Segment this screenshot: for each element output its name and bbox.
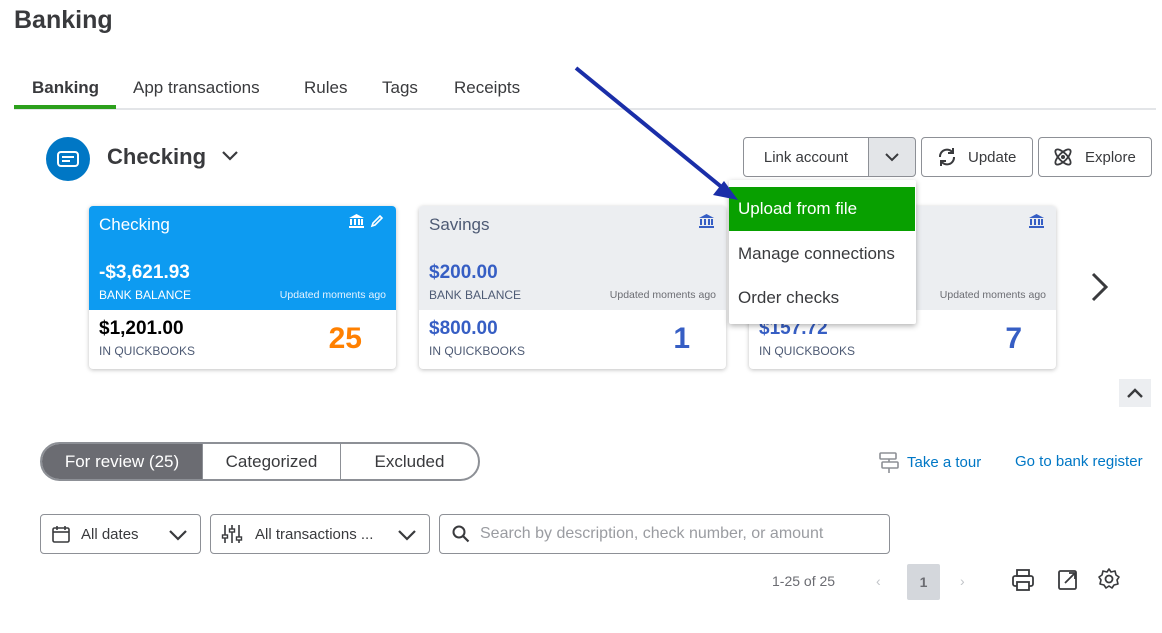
update-button[interactable]: Update xyxy=(921,137,1033,177)
take-a-tour-link[interactable]: Take a tour xyxy=(877,450,981,474)
tab-for-review[interactable]: For review (25) xyxy=(42,444,203,479)
card-account-name: Checking xyxy=(99,215,170,234)
tab-rules[interactable]: Rules xyxy=(304,78,347,98)
bank-card-icon xyxy=(46,137,90,181)
chevron-right-icon[interactable] xyxy=(1087,270,1113,304)
link-account-button[interactable]: Link account xyxy=(743,137,869,177)
tab-excluded[interactable]: Excluded xyxy=(341,444,478,479)
card-updated-text: Updated moments ago xyxy=(939,289,1046,301)
main-tabs: Banking App transactions Rules Tags Rece… xyxy=(14,70,1156,110)
card-updated-text: Updated moments ago xyxy=(279,289,386,301)
tab-app-transactions[interactable]: App transactions xyxy=(133,78,260,98)
gear-icon[interactable] xyxy=(1097,567,1121,591)
export-icon[interactable] xyxy=(1056,568,1080,592)
link-account-menu-toggle[interactable] xyxy=(868,137,916,177)
explore-button[interactable]: Explore xyxy=(1038,137,1152,177)
take-a-tour-label: Take a tour xyxy=(907,453,982,471)
card-review-count: 7 xyxy=(1005,322,1022,355)
pagination-next[interactable]: › xyxy=(960,573,965,589)
card-qb-label: IN QUICKBOOKS xyxy=(759,344,856,358)
pagination-current-page[interactable]: 1 xyxy=(907,564,940,600)
card-updated-text: Updated moments ago xyxy=(609,289,716,301)
menu-item-order-checks[interactable]: Order checks xyxy=(729,276,916,320)
page-title: Banking xyxy=(14,6,113,34)
account-card-checking[interactable]: Checking -$3,621.93 BANK BALANCE Updated… xyxy=(89,206,396,369)
card-bank-balance: $200.00 xyxy=(429,262,498,283)
atom-icon xyxy=(1054,148,1072,166)
search-icon xyxy=(452,525,470,543)
refresh-icon xyxy=(939,148,955,166)
pagination-prev[interactable]: ‹ xyxy=(876,573,881,589)
transaction-filter-select[interactable]: All transactions ... xyxy=(210,514,430,554)
explore-label: Explore xyxy=(1085,148,1136,166)
print-icon[interactable] xyxy=(1011,568,1035,592)
tab-tags[interactable]: Tags xyxy=(382,78,418,98)
tab-banking[interactable]: Banking xyxy=(32,78,99,98)
sliders-icon xyxy=(221,525,243,543)
card-account-name: Savings xyxy=(429,215,490,234)
collapse-cards-button[interactable] xyxy=(1119,379,1151,407)
card-qb-label: IN QUICKBOOKS xyxy=(429,344,526,358)
card-qb-label: IN QUICKBOOKS xyxy=(99,344,196,358)
bank-icon xyxy=(349,214,364,228)
bank-icon xyxy=(1029,214,1044,228)
update-label: Update xyxy=(968,148,1017,166)
card-qb-balance: $800.00 xyxy=(429,318,498,339)
card-review-count: 1 xyxy=(673,322,690,355)
account-selector-label[interactable]: Checking xyxy=(107,144,206,170)
account-card-savings[interactable]: Savings $200.00 BANK BALANCE Updated mom… xyxy=(419,206,726,369)
card-header: Savings $200.00 BANK BALANCE Updated mom… xyxy=(419,206,726,310)
calendar-icon xyxy=(52,526,70,543)
review-status-tabs: For review (25) Categorized Excluded xyxy=(40,442,480,481)
search-box xyxy=(439,514,890,554)
card-qb-balance: $1,201.00 xyxy=(99,318,184,339)
card-review-count: 25 xyxy=(328,322,362,355)
search-input[interactable] xyxy=(480,525,880,543)
chevron-down-icon xyxy=(398,530,416,541)
card-bank-balance-label: BANK BALANCE xyxy=(429,288,522,302)
active-tab-indicator xyxy=(14,105,116,109)
card-bank-balance: -$3,621.93 xyxy=(99,262,190,283)
transaction-filter-value: All transactions ... xyxy=(255,525,374,543)
signpost-icon xyxy=(879,452,899,473)
tab-categorized[interactable]: Categorized xyxy=(203,444,341,479)
bank-icon xyxy=(699,214,714,228)
pagination-range: 1-25 of 25 xyxy=(772,573,836,589)
card-bank-balance-label: BANK BALANCE xyxy=(99,288,192,302)
date-filter-select[interactable]: All dates xyxy=(40,514,201,554)
chevron-down-icon[interactable] xyxy=(220,146,240,166)
pencil-icon[interactable] xyxy=(370,214,384,228)
chevron-down-icon xyxy=(169,530,187,541)
chevron-down-icon xyxy=(885,153,899,162)
go-to-bank-register-link[interactable]: Go to bank register xyxy=(1015,453,1143,470)
menu-item-upload-from-file[interactable]: Upload from file xyxy=(729,187,915,231)
menu-item-manage-connections[interactable]: Manage connections xyxy=(729,232,916,276)
date-filter-value: All dates xyxy=(81,525,139,543)
link-account-dropdown-menu: Upload from file Manage connections Orde… xyxy=(729,180,916,324)
chevron-up-icon xyxy=(1127,388,1143,398)
tab-receipts[interactable]: Receipts xyxy=(454,78,520,98)
card-header: Checking -$3,621.93 BANK BALANCE Updated… xyxy=(89,206,396,310)
